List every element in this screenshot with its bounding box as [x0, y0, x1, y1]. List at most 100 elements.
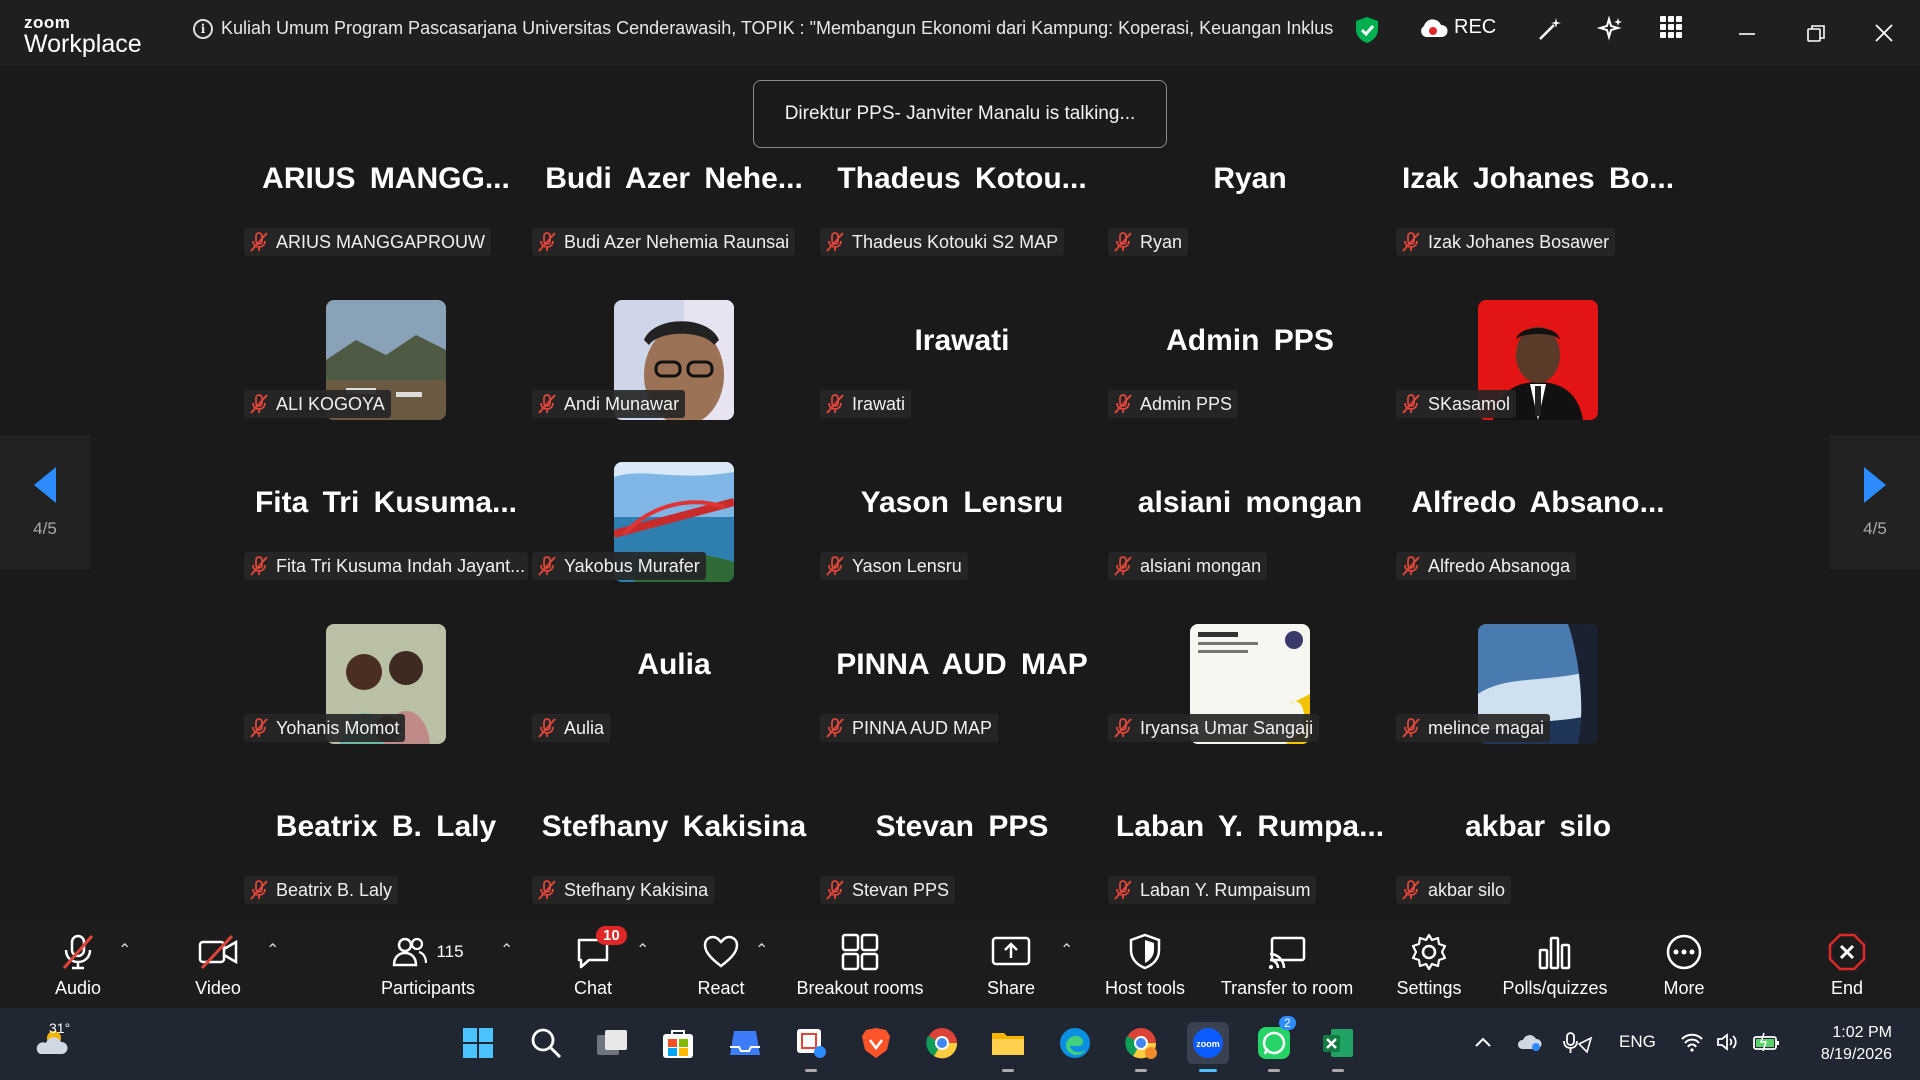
- more-button[interactable]: More: [1609, 932, 1759, 999]
- participant-tile[interactable]: Thadeus Kotou... Thadeus Kotouki S2 MAP: [818, 150, 1106, 312]
- participant-display-name: Thadeus Kotou...: [837, 162, 1087, 195]
- react-label: React: [697, 978, 745, 998]
- host-tools-button[interactable]: Host tools: [1070, 932, 1220, 999]
- onedrive-tray-icon[interactable]: [1517, 1032, 1543, 1057]
- store-button[interactable]: [657, 1022, 699, 1064]
- participant-display-name: Irawati: [914, 324, 1010, 357]
- participant-tile[interactable]: SKasamol: [1394, 300, 1682, 474]
- app-button-excel[interactable]: [1317, 1022, 1359, 1072]
- encryption-shield-icon[interactable]: [1354, 16, 1380, 44]
- participant-name: Yohanis Momot: [276, 717, 400, 738]
- polls-label: Polls/quizzes: [1502, 978, 1608, 998]
- magic-wand-icon[interactable]: [1537, 16, 1563, 42]
- mic-muted-icon: [1114, 718, 1132, 738]
- participants-icon: [393, 937, 428, 967]
- mic-muted-icon: [250, 718, 268, 738]
- participant-tile[interactable]: ALI KOGOYA: [242, 300, 530, 474]
- video-options-caret[interactable]: ⌃: [266, 940, 279, 960]
- meeting-info[interactable]: i Kuliah Umum Program Pascasarjana Unive…: [193, 18, 1333, 39]
- show-hidden-icons[interactable]: [1474, 1034, 1492, 1054]
- close-icon[interactable]: [1874, 23, 1894, 43]
- participant-tile[interactable]: Ryan Ryan: [1106, 150, 1394, 312]
- app-button-inbox[interactable]: [724, 1022, 766, 1064]
- end-label: End: [1830, 978, 1864, 998]
- running-indicator: [1268, 1069, 1280, 1072]
- info-icon[interactable]: i: [193, 18, 213, 39]
- restore-icon[interactable]: [1806, 24, 1826, 44]
- share-label: Share: [986, 978, 1036, 998]
- participant-name: Irawati: [852, 393, 906, 414]
- end-meeting-button[interactable]: End: [1772, 932, 1920, 999]
- cloud-record-icon: [1421, 18, 1448, 37]
- participant-tile[interactable]: Aulia Aulia: [530, 636, 818, 798]
- wifi-icon[interactable]: [1680, 1032, 1704, 1057]
- search-button[interactable]: [525, 1022, 567, 1064]
- participant-tile[interactable]: Andi Munawar: [530, 300, 818, 474]
- app-button-brave[interactable]: [855, 1022, 897, 1064]
- app-button-chrome-profile[interactable]: [1120, 1022, 1162, 1072]
- participants-label: Participants: [380, 978, 476, 998]
- mic-muted-icon: [1114, 394, 1132, 414]
- react-options-caret[interactable]: ⌃: [755, 940, 768, 960]
- react-button[interactable]: React: [646, 932, 796, 999]
- recording-indicator[interactable]: REC: [1418, 16, 1496, 39]
- participants-options-caret[interactable]: ⌃: [500, 940, 513, 960]
- app-button-zoom[interactable]: zoom: [1187, 1022, 1229, 1072]
- system-clock[interactable]: 1:02 PM 8/19/2026: [1821, 1022, 1892, 1066]
- participant-tile[interactable]: Admin PPS Admin PPS: [1106, 312, 1394, 474]
- participant-name-tag: PINNA AUD MAP: [820, 714, 999, 742]
- microphone-tray-icon[interactable]: [1563, 1032, 1593, 1059]
- participant-name: Andi Munawar: [564, 393, 680, 414]
- participant-tile[interactable]: Budi Azer Nehe... Budi Azer Nehemia Rauns…: [530, 150, 818, 312]
- task-view-button[interactable]: [591, 1022, 633, 1064]
- mic-muted-icon: [1402, 232, 1420, 252]
- app-button-whatsapp[interactable]: 2: [1253, 1016, 1296, 1072]
- apps-grid-icon[interactable]: [1660, 16, 1682, 38]
- participant-tile[interactable]: Yohanis Momot: [242, 624, 530, 798]
- participant-name: Izak Johanes Bosawer: [1428, 231, 1610, 252]
- mic-muted-icon: [826, 394, 844, 414]
- participant-tile[interactable]: Yakobus Murafer: [530, 462, 818, 636]
- volume-icon[interactable]: [1716, 1032, 1740, 1057]
- participant-tile[interactable]: PINNA AUD MAP PINNA AUD MAP: [818, 636, 1106, 798]
- participant-name-tag: Budi Azer Nehemia Raunsai: [532, 228, 796, 256]
- edge-icon: [1060, 1028, 1090, 1058]
- zoom-app-icon: zoom: [1193, 1028, 1223, 1058]
- audio-options-caret[interactable]: ⌃: [118, 940, 131, 960]
- battery-icon[interactable]: [1752, 1032, 1782, 1057]
- participant-tile[interactable]: melince magai: [1394, 624, 1682, 798]
- participant-tile[interactable]: Irawati Irawati: [818, 312, 1106, 474]
- app-button-snipping[interactable]: [790, 1022, 832, 1072]
- participant-display-name: ARIUS MANGG...: [262, 162, 510, 195]
- minimize-icon[interactable]: [1737, 22, 1757, 42]
- start-button[interactable]: [457, 1022, 499, 1064]
- participant-tile[interactable]: ARIUS MANGG... ARIUS MANGGAPROUW: [242, 150, 530, 312]
- participant-tile[interactable]: Alfredo Absano... Alfredo Absanoga: [1394, 474, 1682, 636]
- participant-display-name: Izak Johanes Bo...: [1401, 162, 1675, 195]
- previous-page-button[interactable]: 4/5: [0, 435, 90, 569]
- transfer-to-room-button[interactable]: Transfer to room: [1212, 932, 1362, 999]
- participant-name-tag: SKasamol: [1396, 390, 1517, 418]
- participant-tile[interactable]: Izak Johanes Bo... Izak Johanes Bosawer: [1394, 150, 1682, 312]
- mic-muted-icon: [1402, 394, 1420, 414]
- next-page-button[interactable]: 4/5: [1830, 435, 1920, 569]
- polls-quizzes-button[interactable]: Polls/quizzes: [1480, 932, 1630, 999]
- participant-name-tag: melince magai: [1396, 714, 1551, 742]
- app-button-edge[interactable]: [1054, 1022, 1096, 1064]
- participant-tile[interactable]: Yason Lensru Yason Lensru: [818, 474, 1106, 636]
- participant-name-tag: Fita Tri Kusuma Indah Jayant...: [244, 552, 528, 580]
- language-indicator[interactable]: ENG: [1619, 1032, 1656, 1052]
- participants-count: 115: [436, 942, 464, 961]
- participant-tile[interactable]: alsiani mongan alsiani mongan: [1106, 474, 1394, 636]
- app-button-explorer[interactable]: [987, 1022, 1029, 1072]
- participant-name: Fita Tri Kusuma Indah Jayant...: [276, 555, 526, 576]
- participant-name: melince magai: [1428, 717, 1545, 738]
- app-button-chrome[interactable]: [921, 1022, 963, 1064]
- breakout-rooms-button[interactable]: Breakout rooms: [785, 932, 935, 999]
- participants-button[interactable]: 115 Participants: [353, 932, 503, 999]
- active-speaker-banner: Direktur PPS- Janviter Manalu is talking…: [753, 80, 1167, 148]
- participant-tile[interactable]: Iryansa Umar Sangaji: [1106, 624, 1394, 798]
- participant-display-name: Alfredo Absano...: [1411, 486, 1665, 519]
- ai-companion-icon[interactable]: [1597, 16, 1623, 42]
- participant-tile[interactable]: Fita Tri Kusuma... Fita Tri Kusuma Indah …: [242, 474, 530, 636]
